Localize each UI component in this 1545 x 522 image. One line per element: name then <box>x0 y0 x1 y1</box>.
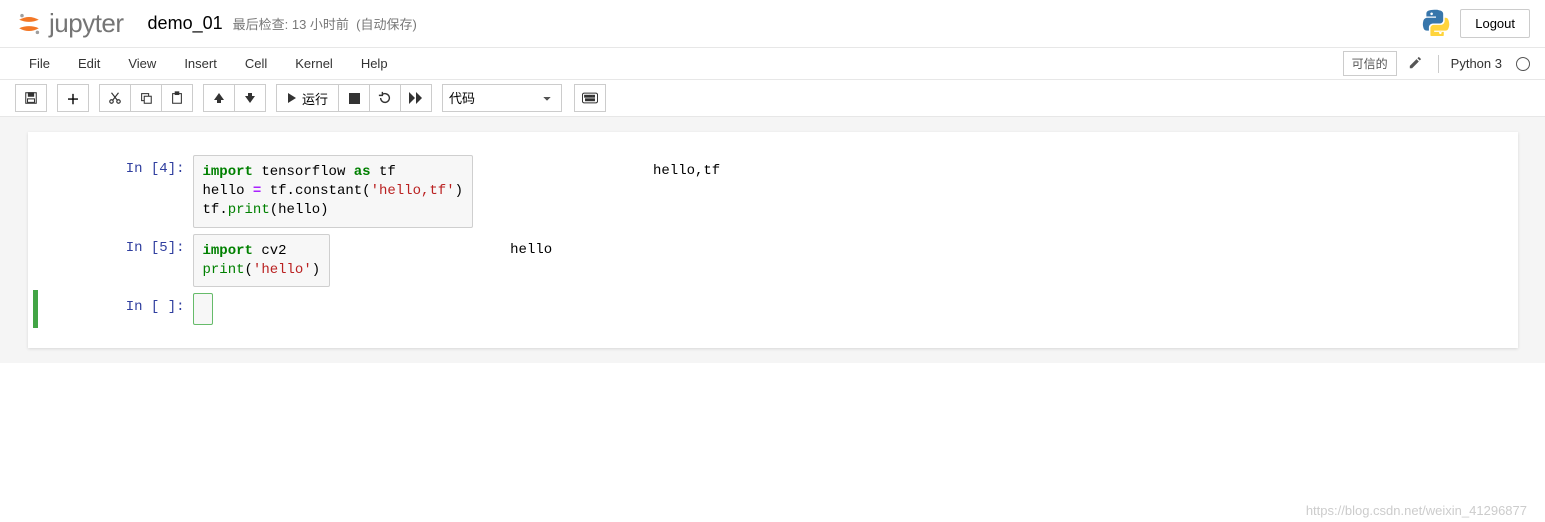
restart-run-all-button[interactable] <box>400 84 432 112</box>
jupyter-logo-icon <box>15 10 43 38</box>
code-cell[interactable]: In [4]:import tensorflow as tf hello = t… <box>28 152 1518 231</box>
cell-type-select[interactable]: 代码 <box>442 84 562 112</box>
notebook-container: In [4]:import tensorflow as tf hello = t… <box>28 132 1518 348</box>
menu-edit[interactable]: Edit <box>64 50 114 77</box>
menu-kernel[interactable]: Kernel <box>281 50 347 77</box>
logo[interactable]: jupyter <box>15 8 124 39</box>
input-prompt: In [ ]: <box>28 293 193 325</box>
cut-button[interactable] <box>99 84 131 112</box>
menu-insert[interactable]: Insert <box>170 50 231 77</box>
checkpoint-status: 最后检查: 13 小时前 (自动保存) <box>233 14 417 33</box>
cell-output: hello <box>510 234 562 262</box>
notebook-name[interactable]: demo_01 <box>142 11 229 36</box>
interrupt-button[interactable] <box>338 84 370 112</box>
menu-items: FileEditViewInsertCellKernelHelp <box>15 50 402 77</box>
command-palette-button[interactable] <box>574 84 606 112</box>
code-cell[interactable]: In [ ]: <box>28 290 1518 328</box>
paste-button[interactable] <box>161 84 193 112</box>
move-down-button[interactable] <box>234 84 266 112</box>
toolbar: ＋ 运行 代码 <box>0 80 1545 117</box>
menu-cell[interactable]: Cell <box>231 50 281 77</box>
divider <box>1438 55 1439 73</box>
kernel-status-icon <box>1516 57 1530 71</box>
kernel-name[interactable]: Python 3 <box>1451 56 1502 71</box>
save-button[interactable] <box>15 84 47 112</box>
move-up-button[interactable] <box>203 84 235 112</box>
input-prompt: In [4]: <box>28 155 193 228</box>
menu-help[interactable]: Help <box>347 50 402 77</box>
menu-file[interactable]: File <box>15 50 64 77</box>
menu-view[interactable]: View <box>114 50 170 77</box>
pencil-icon[interactable] <box>1405 56 1426 72</box>
trusted-indicator[interactable]: 可信的 <box>1343 51 1397 76</box>
cells-container: In [4]:import tensorflow as tf hello = t… <box>28 152 1518 328</box>
insert-cell-button[interactable]: ＋ <box>57 84 89 112</box>
run-button[interactable]: 运行 <box>276 84 339 112</box>
code-input[interactable]: import tensorflow as tf hello = tf.const… <box>193 155 474 228</box>
watermark: https://blog.csdn.net/weixin_41296877 <box>1306 503 1527 518</box>
copy-button[interactable] <box>130 84 162 112</box>
header: jupyter demo_01 最后检查: 13 小时前 (自动保存) Logo… <box>0 0 1545 48</box>
menubar: FileEditViewInsertCellKernelHelp 可信的 Pyt… <box>0 48 1545 80</box>
logout-button[interactable]: Logout <box>1460 9 1530 38</box>
notebook-background: In [4]:import tensorflow as tf hello = t… <box>0 117 1545 363</box>
cell-output: hello,tf <box>653 155 730 183</box>
code-cell[interactable]: In [5]:import cv2 print('hello') hello <box>28 231 1518 291</box>
brand-text: jupyter <box>49 8 124 39</box>
code-input[interactable] <box>193 293 213 325</box>
input-prompt: In [5]: <box>28 234 193 288</box>
restart-button[interactable] <box>369 84 401 112</box>
code-input[interactable]: import cv2 print('hello') <box>193 234 331 288</box>
python-logo-icon <box>1422 8 1450 39</box>
